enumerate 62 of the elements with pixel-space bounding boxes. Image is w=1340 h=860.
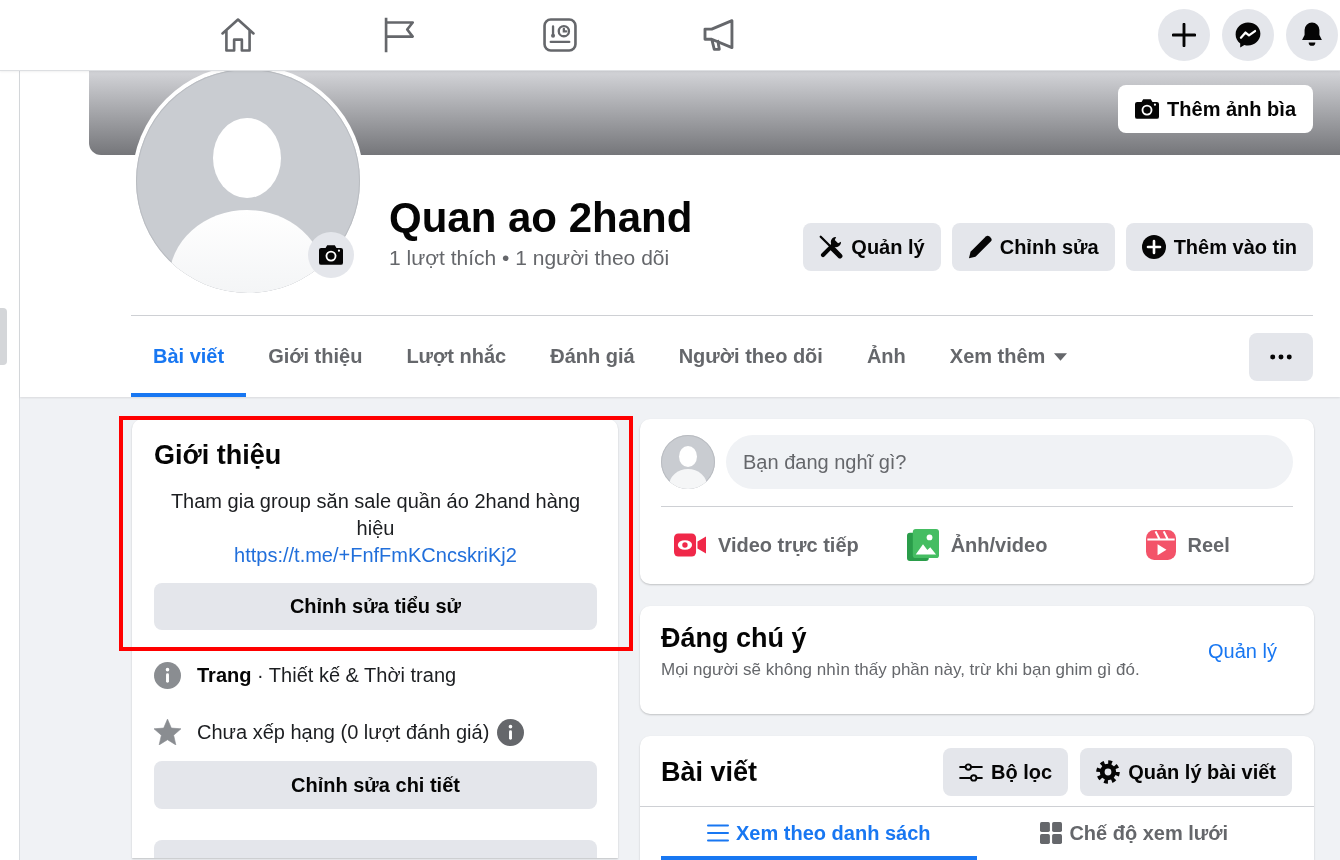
update-picture-button[interactable]: [308, 232, 354, 278]
notifications-button[interactable]: [1286, 9, 1338, 61]
chat-button[interactable]: [1222, 9, 1274, 61]
featured-title: Đáng chú ý: [661, 622, 808, 654]
sliders-icon: [959, 762, 984, 782]
more-options-button[interactable]: [1249, 332, 1313, 381]
view-mode-tab[interactable]: Xem theo danh sách: [661, 807, 977, 860]
post-composer-field[interactable]: Bạn đang nghĩ gì?: [726, 435, 1293, 489]
home-icon[interactable]: [220, 18, 255, 52]
posts-title: Bài viết: [661, 756, 759, 788]
category-text: Trang · Thiết kế & Thời trang: [197, 663, 457, 687]
play-clapper-icon: [1145, 530, 1176, 560]
add-cover-photo-button[interactable]: Thêm ảnh bìa: [1118, 85, 1313, 133]
bio-link[interactable]: https://t.me/+FnfFmKCncskriKj2: [234, 544, 517, 566]
live-video-button[interactable]: Video trực tiếp: [661, 517, 872, 573]
photo-icon: [906, 529, 939, 561]
more-tabs-dropdown[interactable]: Xem thêm: [927, 316, 1090, 397]
manage-button[interactable]: Quản lý: [803, 223, 941, 271]
camera-icon: [319, 245, 343, 265]
gear-icon: [1096, 760, 1121, 784]
bio-text: Tham gia group săn sale quần áo 2hand hàng hiệu: [169, 489, 582, 541]
video-camera-icon: [673, 533, 706, 557]
edit-bio-button[interactable]: Chỉnh sửa tiểu sử: [154, 583, 597, 630]
filter-button[interactable]: Bộ lọc: [943, 748, 1069, 796]
info-icon: [154, 661, 181, 689]
plus-icon: [1172, 23, 1196, 47]
scrollbar-thumb[interactable]: [0, 308, 7, 365]
manage-featured-link[interactable]: Quản lý: [1208, 640, 1277, 663]
rating-text: Chưa xếp hạng (0 lượt đánh giá): [197, 720, 490, 744]
wrench-screwdriver-icon: [819, 235, 844, 259]
profile-tab[interactable]: Bài viết: [131, 316, 247, 397]
profile-tab[interactable]: Ảnh: [844, 316, 928, 397]
info-icon[interactable]: [497, 718, 525, 746]
camera-icon: [1135, 99, 1160, 119]
profile-tab[interactable]: Giới thiệu: [246, 316, 385, 397]
edit-button[interactable]: Chỉnh sửa: [951, 223, 1115, 271]
add-to-story-button[interactable]: Thêm vào tin: [1125, 223, 1313, 271]
more-icon: [1270, 353, 1292, 360]
view-mode-tab[interactable]: Chế độ xem lưới: [976, 807, 1292, 860]
reel-button[interactable]: Reel: [1082, 517, 1293, 573]
intro-title: Giới thiệu: [154, 439, 283, 471]
page-name: Quan ao 2hand: [389, 193, 693, 243]
page-stats: 1 lượt thích • 1 người theo dõi: [389, 245, 670, 271]
grid-icon: [1040, 822, 1063, 844]
plus-circle-icon: [1141, 235, 1166, 259]
caret-icon: [1054, 352, 1068, 361]
featured-description: Mọi người sẽ không nhìn thấy phần này, trừ khi bạn ghim gì đó.: [661, 659, 1141, 681]
profile-tab[interactable]: Lượt nhắc: [384, 316, 529, 397]
bell-icon: [1301, 22, 1323, 48]
profile-tab[interactable]: Người theo dõi: [656, 316, 845, 397]
profile-tab[interactable]: Đánh giá: [528, 316, 657, 397]
pencil-icon: [967, 235, 992, 259]
user-avatar-placeholder: [661, 435, 715, 489]
star-icon: [154, 719, 181, 745]
edit-details-button[interactable]: Chỉnh sửa chi tiết: [154, 761, 597, 809]
manage-posts-button[interactable]: Quản lý bài viết: [1080, 748, 1292, 796]
dashboard-icon[interactable]: [542, 18, 577, 52]
create-button[interactable]: [1158, 9, 1210, 61]
list-icon: [707, 824, 729, 842]
flag-icon[interactable]: [382, 17, 415, 53]
chat-bubble-icon: [1235, 22, 1261, 48]
photo-video-button[interactable]: Ảnh/video: [871, 517, 1083, 573]
